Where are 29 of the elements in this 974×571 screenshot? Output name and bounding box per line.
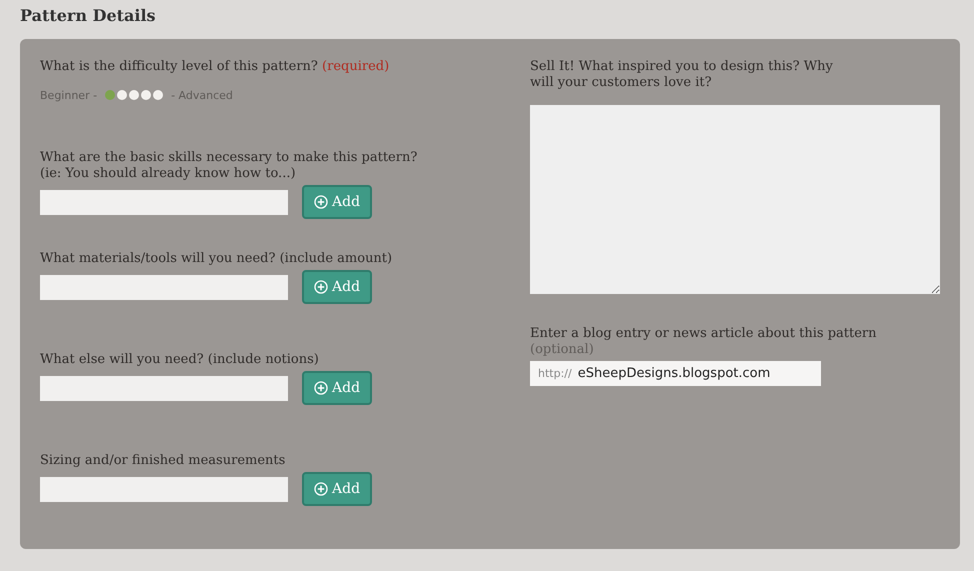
section-title: Pattern Details xyxy=(20,6,157,25)
url-field[interactable]: http:// eSheepDesigns.blogspot.com xyxy=(530,361,821,386)
field-label: What else will you need? (include notions) xyxy=(40,352,320,368)
add-button[interactable]: Add xyxy=(302,185,372,219)
difficulty-question: What is the difficulty level of this pattern? (required) xyxy=(40,59,390,75)
field-label: Sell It! What inspired you to design this? Why will your customers love it? xyxy=(530,59,834,91)
difficulty-dot[interactable] xyxy=(141,90,152,100)
plus-icon xyxy=(314,381,328,395)
difficulty-dot[interactable] xyxy=(153,90,164,100)
scale-label: - Advanced xyxy=(171,88,233,102)
plus-icon xyxy=(314,280,328,294)
input-field[interactable] xyxy=(40,274,288,300)
difficulty-dot[interactable] xyxy=(117,90,128,100)
difficulty-dot[interactable] xyxy=(105,90,116,100)
plus-icon xyxy=(314,195,328,209)
field-label: What materials/tools will you need? (include amount) xyxy=(40,251,394,267)
add-button[interactable]: Add xyxy=(302,270,372,304)
input-field[interactable] xyxy=(40,476,288,502)
difficulty-dot[interactable] xyxy=(129,90,140,100)
add-button[interactable]: Add xyxy=(302,472,372,506)
plus-icon xyxy=(314,482,328,496)
add-button[interactable]: Add xyxy=(302,371,372,405)
text-area[interactable] xyxy=(530,105,940,294)
scale-label: Beginner - xyxy=(40,88,98,102)
field-label: Enter a blog entry or news article about this pattern (optional) xyxy=(530,326,878,358)
input-field[interactable] xyxy=(40,190,288,214)
input-field[interactable] xyxy=(40,376,288,400)
field-label: What are the basic skills necessary to make this pattern? (ie: You should already know how to...) xyxy=(40,150,418,182)
field-label: Sizing and/or finished measurements xyxy=(40,453,286,469)
